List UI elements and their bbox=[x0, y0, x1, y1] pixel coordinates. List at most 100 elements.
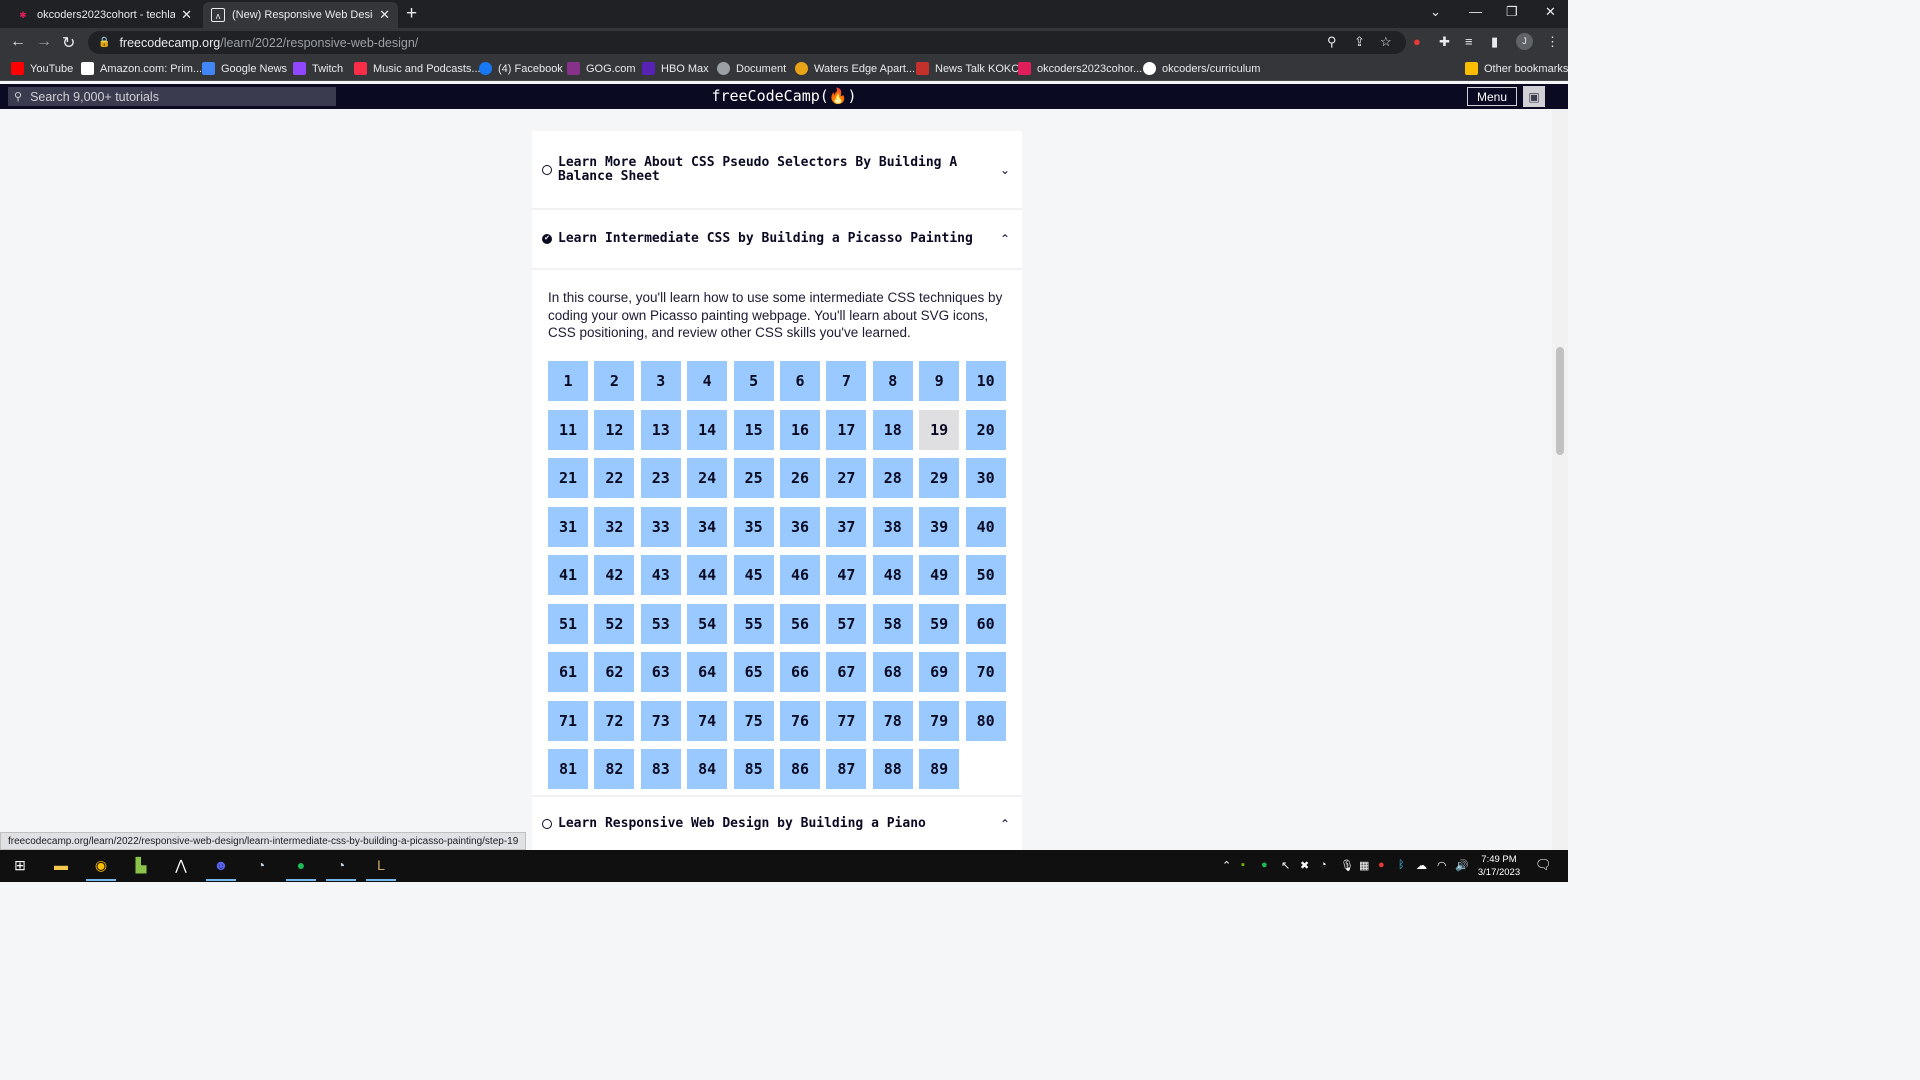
step-button[interactable]: 47 bbox=[826, 555, 867, 595]
show-hidden-icons-icon[interactable]: ⌃ bbox=[1222, 859, 1231, 872]
step-button[interactable]: 13 bbox=[640, 409, 681, 450]
league-of-legends-icon[interactable]: L bbox=[370, 854, 392, 876]
share-icon[interactable]: ⇪ bbox=[1354, 34, 1365, 50]
minimize-button[interactable]: — bbox=[1469, 4, 1482, 19]
step-button[interactable]: 46 bbox=[780, 555, 820, 595]
bookmark-facebook[interactable]: (4) Facebook bbox=[479, 62, 563, 75]
microphone-icon[interactable]: 🎙 bbox=[1340, 859, 1354, 872]
step-button[interactable]: 8 bbox=[872, 361, 913, 401]
step-button[interactable]: 58 bbox=[872, 603, 913, 644]
step-button[interactable]: 34 bbox=[687, 506, 728, 547]
steam-icon[interactable]: ◔ bbox=[330, 854, 352, 876]
step-button[interactable]: 63 bbox=[640, 652, 681, 692]
step-button[interactable]: 83 bbox=[640, 749, 681, 789]
minecraft-launcher-icon[interactable]: ▙ bbox=[130, 854, 152, 876]
address-bar[interactable]: 🔒 freecodecamp.org /learn/2022/responsiv… bbox=[88, 31, 1406, 54]
step-button[interactable]: 50 bbox=[965, 555, 1006, 595]
close-tab-icon[interactable]: ✕ bbox=[181, 7, 192, 23]
step-button[interactable]: 77 bbox=[826, 700, 867, 741]
step-button[interactable]: 26 bbox=[780, 458, 820, 498]
step-button[interactable]: 74 bbox=[687, 700, 728, 741]
tray-app-icon[interactable]: ↖ bbox=[1281, 859, 1290, 872]
step-button[interactable]: 29 bbox=[919, 458, 960, 498]
extension-red-icon[interactable]: ● bbox=[1413, 34, 1421, 49]
bookmark-star-icon[interactable]: ☆ bbox=[1380, 34, 1392, 50]
step-button[interactable]: 40 bbox=[965, 506, 1006, 547]
notifications-icon[interactable]: 🗨 bbox=[1535, 857, 1552, 873]
step-button[interactable]: 7 bbox=[826, 361, 867, 401]
step-button[interactable]: 88 bbox=[872, 749, 913, 789]
step-button[interactable]: 41 bbox=[548, 555, 588, 595]
step-button[interactable]: 79 bbox=[919, 700, 960, 741]
fcc-logo[interactable]: freeCodeCamp(🔥) bbox=[0, 87, 1568, 105]
step-button[interactable]: 49 bbox=[919, 555, 960, 595]
zoom-icon[interactable]: ⚲ bbox=[1327, 34, 1337, 50]
step-button[interactable]: 32 bbox=[594, 506, 635, 547]
file-explorer-icon[interactable]: ▬ bbox=[50, 854, 72, 876]
step-button[interactable]: 2 bbox=[594, 361, 635, 401]
step-button[interactable]: 60 bbox=[965, 603, 1006, 644]
step-button[interactable]: 78 bbox=[872, 700, 913, 741]
step-button[interactable]: 33 bbox=[640, 506, 681, 547]
wifi-icon[interactable]: ◠ bbox=[1437, 859, 1447, 872]
windows-start-icon[interactable]: ⊞ bbox=[9, 854, 31, 876]
step-button[interactable]: 36 bbox=[780, 506, 820, 547]
page-scrollbar[interactable] bbox=[1552, 109, 1568, 850]
bookmark-gog[interactable]: GOG.com bbox=[567, 62, 636, 75]
step-button[interactable]: 84 bbox=[687, 749, 728, 789]
step-button[interactable]: 28 bbox=[872, 458, 913, 498]
step-button[interactable]: 48 bbox=[872, 555, 913, 595]
step-button[interactable]: 18 bbox=[872, 409, 913, 450]
step-button[interactable]: 24 bbox=[687, 458, 728, 498]
media-icon[interactable]: ≡ bbox=[1465, 34, 1473, 49]
step-button[interactable]: 73 bbox=[640, 700, 681, 741]
step-button[interactable]: 71 bbox=[548, 700, 588, 741]
steam-tray-icon[interactable]: ◔ bbox=[1320, 859, 1327, 871]
step-button[interactable]: 16 bbox=[780, 409, 820, 450]
step-button[interactable]: 42 bbox=[594, 555, 635, 595]
onedrive-icon[interactable]: ☁ bbox=[1416, 859, 1427, 872]
tab-search-icon[interactable]: ⌄ bbox=[1430, 4, 1441, 20]
step-button[interactable]: 54 bbox=[687, 603, 728, 644]
step-button[interactable]: 89 bbox=[919, 749, 960, 789]
step-button[interactable]: 56 bbox=[780, 603, 820, 644]
epic-games-icon[interactable]: ⋀ bbox=[170, 854, 192, 876]
step-button[interactable]: 44 bbox=[687, 555, 728, 595]
user-avatar-icon[interactable]: ▣ bbox=[1523, 86, 1545, 107]
step-button[interactable]: 53 bbox=[640, 603, 681, 644]
back-icon[interactable]: ← bbox=[10, 33, 26, 51]
reload-icon[interactable]: ↻ bbox=[62, 33, 75, 53]
step-button[interactable]: 31 bbox=[548, 506, 588, 547]
step-button[interactable]: 37 bbox=[826, 506, 867, 547]
lock-icon[interactable]: 🔒 bbox=[98, 37, 110, 48]
bookmark-amazon[interactable]: Amazon.com: Prim... bbox=[81, 62, 202, 75]
system-clock[interactable]: 7:49 PM 3/17/2023 bbox=[1474, 853, 1524, 879]
step-button[interactable]: 39 bbox=[919, 506, 960, 547]
step-button[interactable]: 69 bbox=[919, 652, 960, 692]
new-tab-button[interactable]: + bbox=[406, 3, 417, 25]
profile-avatar-icon[interactable]: J bbox=[1516, 33, 1533, 50]
nvidia-icon[interactable]: ▪ bbox=[1241, 859, 1245, 871]
spotify-icon[interactable]: ● bbox=[290, 854, 312, 876]
bookmark-news-talk[interactable]: News Talk KOKC bbox=[916, 62, 1019, 75]
step-button[interactable]: 30 bbox=[965, 458, 1006, 498]
step-button[interactable]: 19 bbox=[919, 409, 960, 450]
close-tab-icon[interactable]: ✕ bbox=[379, 7, 390, 23]
step-button[interactable]: 51 bbox=[548, 603, 588, 644]
step-button[interactable]: 1 bbox=[548, 361, 588, 401]
step-button[interactable]: 85 bbox=[733, 749, 774, 789]
bookmark-youtube[interactable]: YouTube bbox=[11, 62, 73, 75]
side-panel-icon[interactable]: ▮ bbox=[1491, 34, 1498, 50]
forward-icon[interactable]: → bbox=[36, 33, 52, 51]
step-button[interactable]: 22 bbox=[594, 458, 635, 498]
steam-icon[interactable]: ◔ bbox=[250, 854, 272, 876]
tray-app-icon[interactable]: ✖ bbox=[1300, 859, 1309, 872]
step-button[interactable]: 43 bbox=[640, 555, 681, 595]
step-button[interactable]: 15 bbox=[733, 409, 774, 450]
step-button[interactable]: 87 bbox=[826, 749, 867, 789]
step-button[interactable]: 55 bbox=[733, 603, 774, 644]
step-button[interactable]: 38 bbox=[872, 506, 913, 547]
step-button[interactable]: 21 bbox=[548, 458, 588, 498]
step-button[interactable]: 67 bbox=[826, 652, 867, 692]
step-button[interactable]: 62 bbox=[594, 652, 635, 692]
